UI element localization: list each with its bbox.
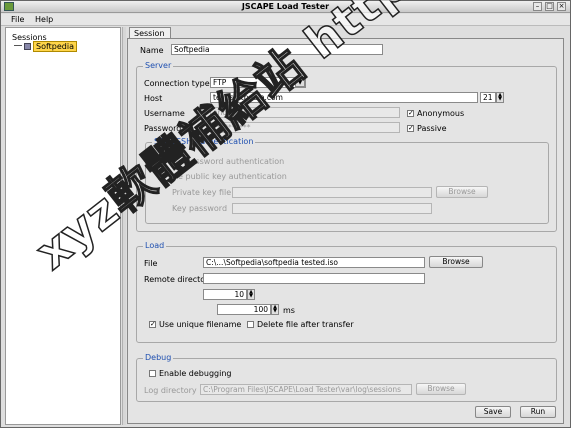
tree-handle-icon[interactable] bbox=[14, 44, 22, 49]
server-group: Server Connection type FTP ▼ Host test.s… bbox=[136, 61, 557, 232]
enable-debugging-checkbox[interactable]: Enable debugging bbox=[149, 369, 231, 378]
minimize-icon[interactable]: – bbox=[533, 2, 542, 11]
delete-after-transfer-checkbox[interactable]: Delete file after transfer bbox=[247, 320, 354, 329]
use-public-key-checkbox[interactable]: Use public key authentication bbox=[158, 172, 287, 181]
save-button[interactable]: Save bbox=[475, 406, 511, 418]
menu-bar: File Help bbox=[1, 14, 570, 26]
delay-spinner-icon[interactable]: ▲ ▼ bbox=[271, 304, 279, 315]
file-field[interactable]: C:\...\Softpedia\softpedia tested.iso bbox=[203, 257, 425, 268]
host-field[interactable]: test.softpedia.com bbox=[210, 92, 478, 103]
checkbox-checked-icon: ✓ bbox=[407, 124, 414, 132]
use-public-key-label: Use public key authentication bbox=[168, 172, 287, 181]
port-spinner-icon[interactable]: ▲ ▼ bbox=[496, 92, 504, 103]
checkbox-icon bbox=[158, 158, 165, 165]
sftp-legend: SFTP/SSH Authentication bbox=[152, 137, 256, 146]
name-label: Name bbox=[140, 46, 164, 55]
private-key-field[interactable] bbox=[232, 187, 432, 198]
session-panel: Session Name Softpedia Server Connection… bbox=[127, 27, 566, 425]
passive-checkbox[interactable]: ✓ Passive bbox=[407, 124, 447, 133]
private-key-browse-button[interactable]: Browse bbox=[436, 186, 488, 198]
tree-node-softpedia[interactable]: Softpedia bbox=[14, 41, 77, 52]
debug-legend: Debug bbox=[143, 353, 174, 362]
checkbox-icon bbox=[247, 321, 254, 328]
enable-debugging-label: Enable debugging bbox=[159, 369, 232, 378]
use-password-auth-label: Use password authentication bbox=[168, 157, 285, 166]
chevron-down-icon[interactable]: ▼ bbox=[295, 78, 305, 87]
checkbox-icon bbox=[158, 173, 165, 180]
tree-node-label: Softpedia bbox=[33, 41, 77, 52]
tab-content: Name Softpedia Server Connection type FT… bbox=[127, 38, 564, 424]
unique-filename-label: Use unique filename bbox=[159, 320, 242, 329]
delay-field[interactable]: 100 bbox=[217, 304, 271, 315]
remote-directory-field[interactable] bbox=[203, 273, 425, 284]
load-group: Load File C:\...\Softpedia\softpedia tes… bbox=[136, 241, 557, 343]
file-browse-button[interactable]: Browse bbox=[429, 256, 483, 268]
session-icon bbox=[24, 43, 31, 50]
key-password-label: Key password bbox=[172, 204, 228, 213]
checkbox-checked-icon: ✓ bbox=[407, 109, 414, 117]
menu-help[interactable]: Help bbox=[35, 15, 53, 24]
checkbox-icon bbox=[149, 370, 156, 377]
pane-splitter[interactable] bbox=[122, 27, 126, 425]
port-field[interactable]: 21 bbox=[480, 92, 496, 103]
password-field[interactable]: ********** bbox=[210, 122, 400, 133]
close-icon[interactable]: × bbox=[557, 2, 566, 11]
file-label: File bbox=[144, 259, 158, 268]
key-password-field[interactable] bbox=[232, 203, 432, 214]
use-password-auth-checkbox[interactable]: Use password authentication bbox=[158, 157, 284, 166]
server-legend: Server bbox=[143, 61, 174, 70]
sftp-auth-group: SFTP/SSH Authentication Use password aut… bbox=[145, 137, 549, 224]
maximize-icon[interactable]: □ bbox=[545, 2, 554, 11]
unique-filename-checkbox[interactable]: ✓ Use unique filename bbox=[149, 320, 241, 329]
debug-group: Debug Enable debugging Log directory C:\… bbox=[136, 353, 557, 402]
app-window: JSCAPE Load Tester – □ × File Help Sessi… bbox=[0, 0, 571, 428]
username-field[interactable]: anonymous bbox=[210, 107, 400, 118]
host-label: Host bbox=[144, 94, 163, 103]
log-directory-label: Log directory bbox=[144, 386, 197, 395]
passive-label: Passive bbox=[417, 124, 447, 133]
window-title: JSCAPE Load Tester bbox=[241, 2, 330, 11]
delete-after-transfer-label: Delete file after transfer bbox=[257, 320, 354, 329]
menu-file[interactable]: File bbox=[11, 15, 24, 24]
anonymous-checkbox[interactable]: ✓ Anonymous bbox=[407, 109, 464, 118]
connection-type-select[interactable]: FTP bbox=[210, 77, 306, 88]
delay-unit: ms bbox=[283, 306, 295, 315]
sessions-tree: Sessions Softpedia bbox=[5, 27, 121, 425]
run-button[interactable]: Run bbox=[520, 406, 556, 418]
log-directory-field[interactable]: C:\Program Files\JSCAPE\Load Tester\var\… bbox=[200, 384, 412, 395]
private-key-label: Private key file bbox=[172, 188, 232, 197]
threads-spinner-icon[interactable]: ▲ ▼ bbox=[247, 289, 255, 300]
load-legend: Load bbox=[143, 241, 167, 250]
password-label: Password bbox=[144, 124, 182, 133]
log-directory-browse-button[interactable]: Browse bbox=[416, 383, 466, 395]
username-label: Username bbox=[144, 109, 185, 118]
name-field[interactable]: Softpedia bbox=[171, 44, 383, 55]
anonymous-label: Anonymous bbox=[417, 109, 465, 118]
checkbox-checked-icon: ✓ bbox=[149, 320, 156, 328]
threads-field[interactable]: 10 bbox=[203, 289, 247, 300]
connection-type-label: Connection type bbox=[144, 79, 210, 88]
title-bar[interactable]: JSCAPE Load Tester – □ × bbox=[1, 1, 570, 13]
